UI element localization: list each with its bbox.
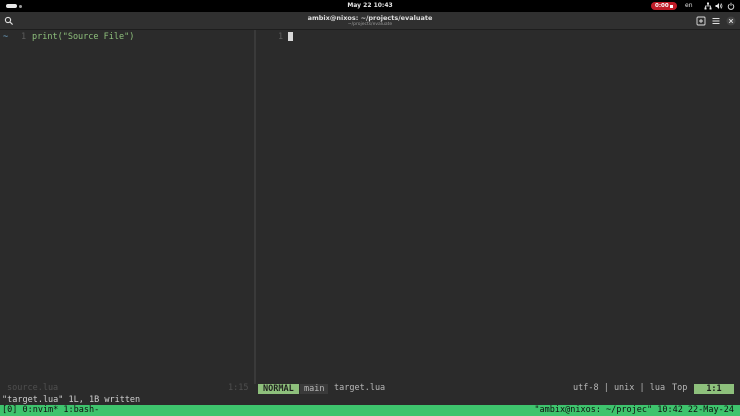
tmux-window-list[interactable]: [0] 0:nvim* 1:bash- [2,405,99,416]
system-top-bar: May 22 10:43 0:00 en [0,0,740,12]
menu-icon[interactable] [711,16,721,26]
cursor-position: 1:1 [694,384,734,394]
recording-time: 0:00 [655,3,669,9]
editor-pane-right[interactable]: 1 [257,30,740,382]
input-language[interactable]: en [685,0,693,12]
scroll-indicator: Top [672,383,688,393]
tmux-status-right: "ambix@nixos: ~/projec" 10:42 22-May-24 [534,405,734,415]
close-icon[interactable] [726,16,736,26]
text-cursor [288,32,293,41]
volume-icon[interactable] [715,2,723,10]
code-line[interactable]: print("Source File") [32,32,134,42]
power-icon[interactable] [727,2,735,10]
statusline-filename: source.lua [7,383,59,393]
clock[interactable]: May 22 10:43 [0,0,740,12]
line-number: 1 [21,32,27,42]
terminal-header-bar: ambix@nixos: ~/projects/evaluate ~/proje… [0,12,740,30]
terminal-view[interactable]: ~ 1 print("Source File") 1 source.lua 1:… [0,30,740,416]
window-subtitle: ~/projects/evaluate [347,22,393,27]
tmux-status-bar: [0] 0:nvim* 1:bash- "ambix@nixos: ~/proj… [0,405,740,416]
screen-recording-indicator[interactable]: 0:00 [651,2,677,10]
modified-sign: ~ [3,32,9,42]
stop-icon [670,4,673,8]
statusline-inactive: source.lua 1:15 [0,383,254,394]
new-tab-icon[interactable] [696,16,706,26]
git-branch: main [300,384,329,394]
line-number: 1 [278,32,284,42]
mode-indicator: NORMAL [258,384,299,394]
network-icon[interactable] [704,2,712,10]
file-info: utf-8 | unix | lua [573,383,666,393]
statusline-position: 1:15 [228,383,249,393]
command-line[interactable]: "target.lua" 1L, 1B written [2,395,140,405]
editor-pane-left[interactable]: ~ 1 print("Source File") [0,30,254,382]
window-separator [254,30,256,384]
statusline-filename: target.lua [334,383,386,393]
window-title: ambix@nixos: ~/projects/evaluate [307,14,433,22]
statusline-active: NORMAL main target.lua utf-8 | unix | lu… [257,383,740,394]
